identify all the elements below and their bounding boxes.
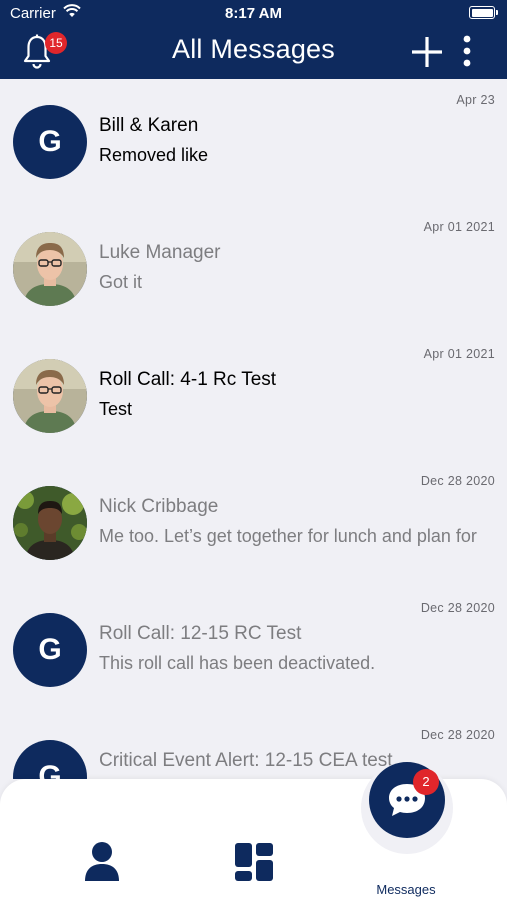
status-bar: Carrier 8:17 AM [0,0,507,26]
chat-bubble-icon [369,784,445,842]
navigation-header: Carrier 8:17 AM 15 All Messages [0,0,507,79]
avatar-letter: G [38,760,62,779]
message-row[interactable]: Apr 01 2021 Roll Call: 4-1 Rc Test Test [0,333,507,460]
message-row[interactable]: Dec 28 2020 G Roll Call: 12-15 RC Test T… [0,587,507,714]
message-title: Nick Cribbage [99,496,219,517]
dashboard-icon [233,843,275,887]
avatar-photo [13,232,87,306]
message-date: Dec 28 2020 [420,474,495,488]
more-options-button[interactable] [456,34,478,70]
message-title: Bill & Karen [99,115,199,136]
message-preview: Removed like [99,145,209,165]
message-preview: Test [99,399,133,419]
avatar-photo [13,486,87,560]
message-row[interactable]: Apr 01 2021 Luke Manager Got it [0,206,507,333]
new-message-button[interactable] [410,35,444,69]
message-title: Luke Manager [99,242,221,263]
message-preview: Me too. Let’s get together for lunch and… [99,526,477,546]
avatar-photo [13,359,87,433]
avatar: G [13,740,87,779]
avatar-letter: G [38,125,62,158]
message-title: Roll Call: 4-1 Rc Test [99,369,277,390]
message-date: Apr 01 2021 [423,347,495,361]
message-preview: Got it [99,272,143,292]
messages-count-badge: 2 [413,769,439,795]
tab-profile[interactable] [82,841,122,883]
avatar-letter: G [38,633,62,666]
message-title: Roll Call: 12-15 RC Test [99,623,302,644]
message-date: Apr 23 [456,93,495,107]
tab-dashboard[interactable] [233,841,275,883]
battery-icon [469,6,498,19]
message-date: Apr 01 2021 [423,220,495,234]
avatar: G [13,613,87,687]
person-icon [82,842,122,887]
message-preview: This roll call has been deactivated. [99,653,376,673]
message-list: Apr 23 G Bill & Karen Removed like Apr 0… [0,79,507,779]
messages-tab-label: Messages [376,882,436,897]
message-row[interactable]: Apr 23 G Bill & Karen Removed like [0,79,507,206]
clock: 8:17 AM [225,5,282,22]
plus-icon [410,37,444,73]
message-date: Dec 28 2020 [420,601,495,615]
avatar: G [13,105,87,179]
message-title: Critical Event Alert: 12-15 CEA test [99,750,393,771]
message-row[interactable]: Dec 28 2020 Nick Cribbage Me too. Let’s … [0,460,507,587]
more-vertical-icon [456,35,478,74]
message-date: Dec 28 2020 [420,728,495,742]
